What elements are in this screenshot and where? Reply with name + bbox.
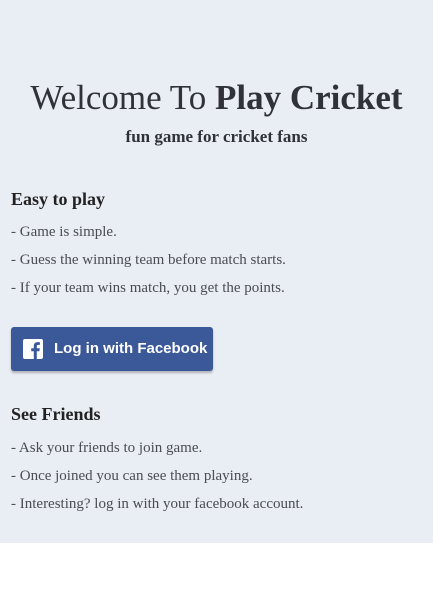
easy-item-1: - Game is simple. [11,224,117,240]
page-title: Welcome To Play Cricket [0,78,433,118]
facebook-icon [23,339,43,359]
page: Welcome To Play Cricket fun game for cri… [0,0,433,604]
facebook-login-label: Log in with Facebook [54,340,208,357]
easy-item-2: - Guess the winning team before match st… [11,252,286,268]
title-prefix: Welcome To [30,78,215,117]
page-subtitle: fun game for cricket fans [125,127,308,146]
content-panel: Welcome To Play Cricket fun game for cri… [0,0,433,543]
friends-item-2: - Once joined you can see them playing. [11,468,253,484]
easy-item-3: - If your team wins match, you get the p… [11,280,285,296]
easy-to-play-heading: Easy to play [11,189,106,209]
facebook-login-button[interactable]: Log in with Facebook [11,327,213,371]
friends-item-3: - Interesting? log in with your facebook… [11,496,304,512]
title-brand: Play Cricket [215,78,403,117]
friends-item-1: - Ask your friends to join game. [11,440,203,456]
see-friends-heading: See Friends [11,404,101,424]
